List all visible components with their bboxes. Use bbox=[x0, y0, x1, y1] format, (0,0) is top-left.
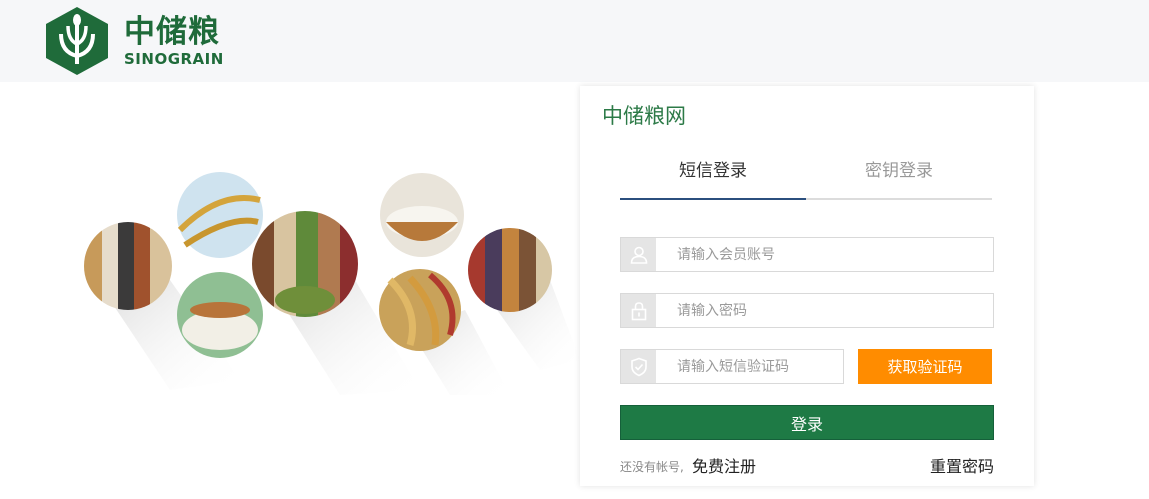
tab-key-login[interactable]: 密钥登录 bbox=[806, 148, 992, 198]
header-bar: 中储粮 SINOGRAIN bbox=[0, 0, 1149, 82]
account-field bbox=[620, 237, 994, 272]
tab-sms-login[interactable]: 短信登录 bbox=[620, 148, 806, 200]
account-input[interactable] bbox=[656, 238, 993, 271]
sms-code-input[interactable] bbox=[656, 350, 843, 383]
sms-code-field bbox=[620, 349, 844, 384]
login-tabs: 短信登录 密钥登录 bbox=[620, 148, 992, 200]
shield-icon bbox=[621, 350, 656, 383]
logo-text: 中储粮 SINOGRAIN bbox=[124, 14, 224, 68]
grain-logo-icon bbox=[46, 7, 108, 75]
login-footer: 还没有帐号, 免费注册 重置密码 bbox=[620, 452, 994, 476]
register-link[interactable]: 免费注册 bbox=[692, 453, 756, 477]
lock-icon bbox=[621, 294, 656, 327]
panel-title: 中储粮网 bbox=[602, 104, 686, 128]
user-icon bbox=[621, 238, 656, 271]
brand-name-cn: 中储粮 bbox=[124, 14, 220, 50]
grain-collage-image bbox=[84, 172, 580, 395]
login-panel: 中储粮网 短信登录 密钥登录 获取验证码 登录 还没有帐号, 免费注册 重置密码 bbox=[580, 86, 1034, 486]
get-code-button[interactable]: 获取验证码 bbox=[858, 349, 992, 384]
sinograin-logo[interactable]: 中储粮 SINOGRAIN bbox=[44, 6, 224, 76]
no-account-text: 还没有帐号, bbox=[620, 460, 684, 474]
password-input[interactable] bbox=[656, 294, 993, 327]
login-button[interactable]: 登录 bbox=[620, 405, 994, 440]
password-field bbox=[620, 293, 994, 328]
reset-password-link[interactable]: 重置密码 bbox=[930, 453, 994, 477]
brand-name-en: SINOGRAIN bbox=[124, 50, 224, 68]
